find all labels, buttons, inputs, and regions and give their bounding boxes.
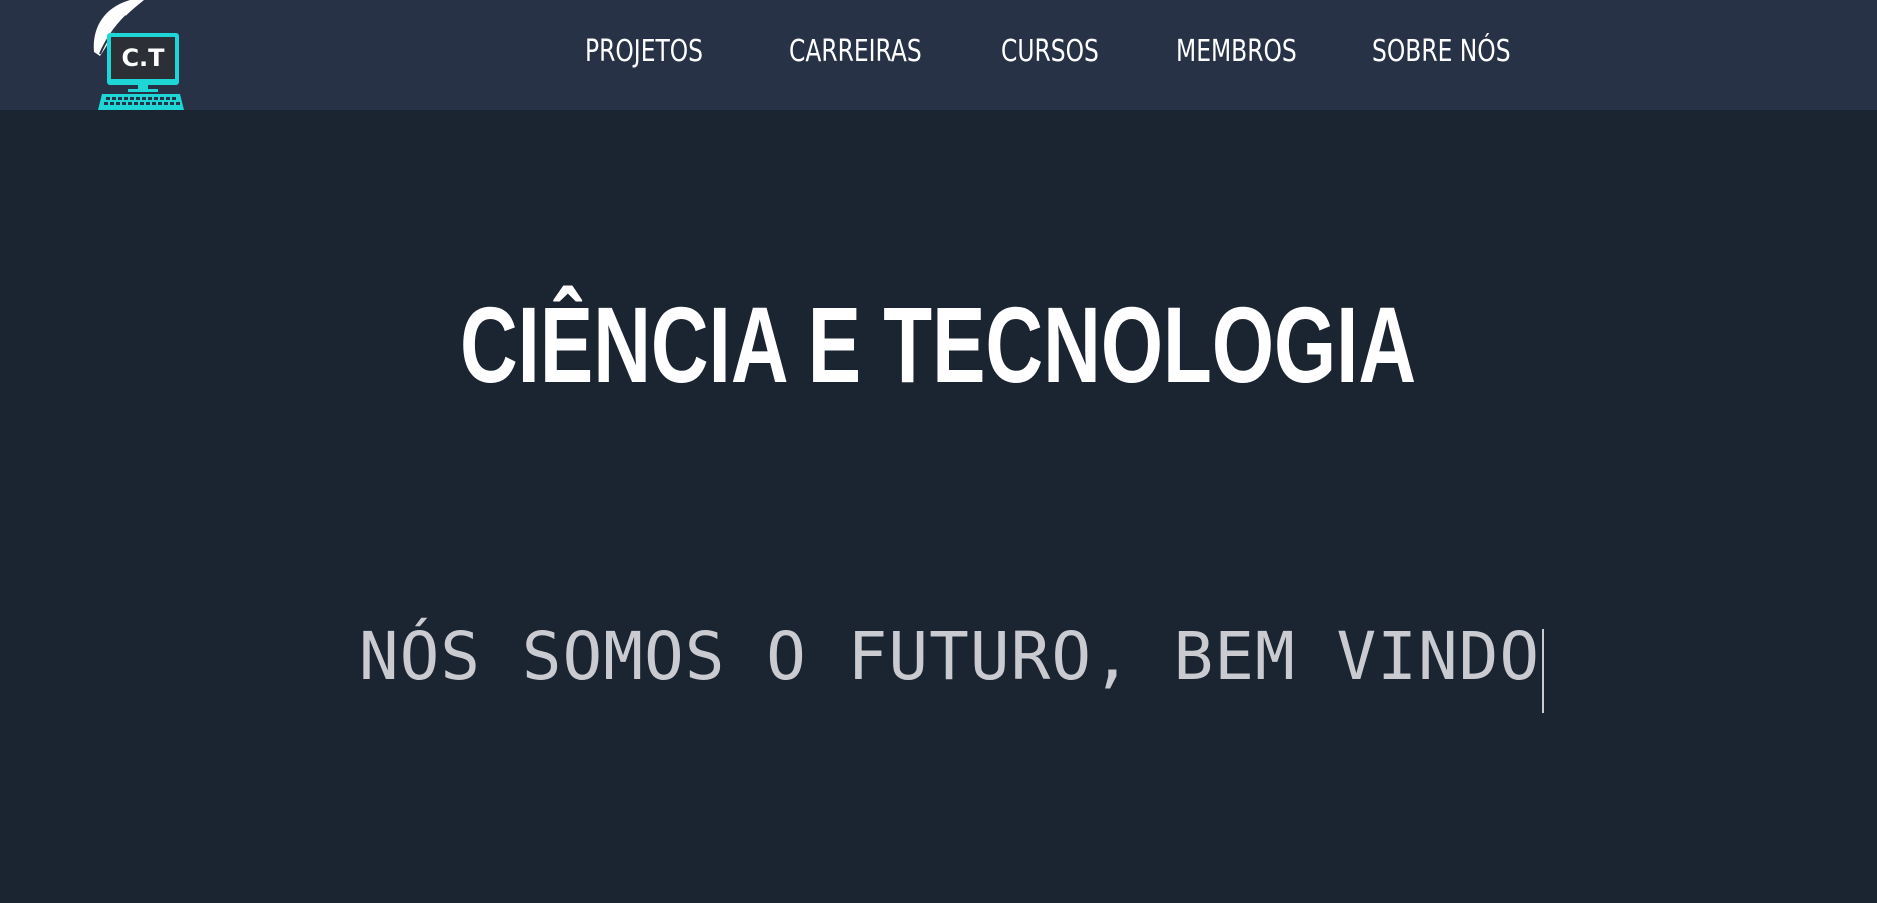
nav-link-cursos[interactable]: CURSOS bbox=[1001, 30, 1099, 74]
typing-caret bbox=[1542, 628, 1545, 713]
hero-title-text: CIÊNCIA E TECNOLOGIA bbox=[460, 284, 1417, 406]
nav-link-projetos[interactable]: PROJETOS bbox=[585, 30, 703, 74]
main-nav: PROJETOS CARREIRAS CURSOS MEMBROS SOBRE … bbox=[0, 0, 1877, 104]
navbar: C.T PROJETOS CARREIRAS CURSOS MEMBROS SO… bbox=[0, 0, 1877, 110]
nav-link-membros[interactable]: MEMBROS bbox=[1176, 30, 1297, 74]
hero-title: CIÊNCIA E TECNOLOGIA bbox=[0, 280, 1877, 410]
typing-container: NÓS SOMOS O FUTURO, BEM VINDO bbox=[358, 612, 1545, 713]
typing-text: NÓS SOMOS O FUTURO, BEM VINDO bbox=[358, 618, 1541, 695]
typing-line: NÓS SOMOS O FUTURO, BEM VINDO bbox=[0, 612, 1877, 713]
nav-link-sobre-nos[interactable]: SOBRE NÓS bbox=[1372, 30, 1511, 74]
nav-link-carreiras[interactable]: CARREIRAS bbox=[789, 30, 922, 74]
